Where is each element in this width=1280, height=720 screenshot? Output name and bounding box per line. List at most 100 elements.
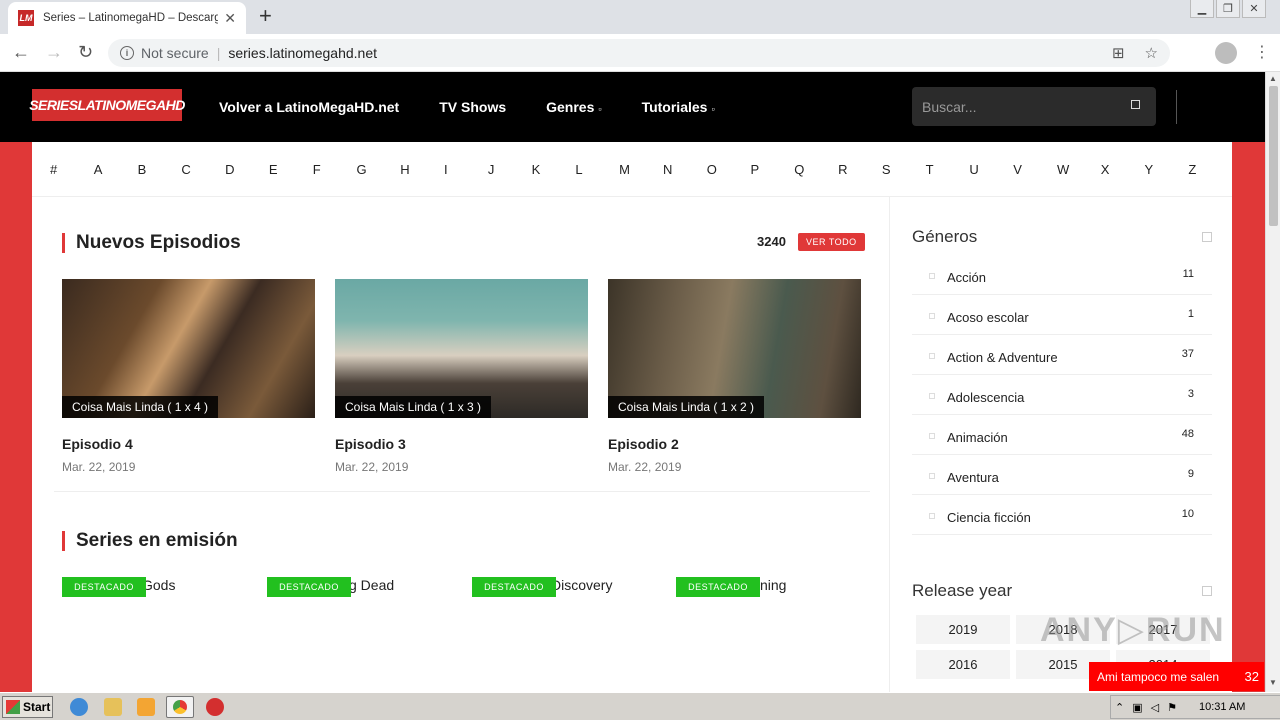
- alphabet-letter[interactable]: R: [838, 162, 882, 177]
- chrome-taskbar-button[interactable]: [166, 696, 194, 718]
- search-icon[interactable]: [1131, 100, 1140, 109]
- alphabet-letter[interactable]: A: [94, 162, 138, 177]
- episode-title[interactable]: Episodio 3: [335, 436, 588, 452]
- alphabet-letter[interactable]: G: [356, 162, 400, 177]
- bookmark-star-icon[interactable]: ☆: [1145, 44, 1158, 62]
- alphabet-letter[interactable]: J: [488, 162, 532, 177]
- nav-genres[interactable]: Genres ▫: [546, 99, 601, 115]
- start-label: Start: [23, 700, 51, 714]
- collapse-icon[interactable]: [1202, 586, 1212, 596]
- episode-thumbnail[interactable]: Coisa Mais Linda ( 1 x 4 ): [62, 279, 315, 418]
- tray-arrow-icon[interactable]: ⌃: [1115, 701, 1124, 714]
- scroll-thumb[interactable]: [1269, 86, 1278, 226]
- alphabet-letter[interactable]: F: [313, 162, 357, 177]
- alphabet-letter[interactable]: C: [181, 162, 225, 177]
- airing-series-item[interactable]: ning DESTACADO: [676, 577, 876, 597]
- network-icon[interactable]: ▣: [1132, 701, 1142, 714]
- flag-icon[interactable]: ⚑: [1167, 701, 1177, 714]
- collapse-icon[interactable]: [1202, 232, 1212, 242]
- menu-kebab-icon[interactable]: ⋮: [1254, 42, 1270, 62]
- alphabet-letter[interactable]: N: [663, 162, 707, 177]
- stop-icon[interactable]: [206, 698, 224, 716]
- episodes-count: 3240: [757, 234, 786, 249]
- airing-series-item[interactable]: g Dead DESTACADO: [267, 577, 467, 597]
- explorer-folder-icon[interactable]: [104, 698, 122, 716]
- start-button[interactable]: Start: [2, 696, 53, 718]
- airing-series-name[interactable]: Discovery: [551, 577, 612, 593]
- restore-icon[interactable]: ❐: [1216, 0, 1240, 18]
- tab-close-icon[interactable]: ✕: [224, 10, 236, 27]
- alphabet-letter[interactable]: I: [444, 162, 488, 177]
- episode-title[interactable]: Episodio 2: [608, 436, 861, 452]
- alphabet-letter[interactable]: #: [50, 162, 94, 177]
- scroll-down-icon[interactable]: ▼: [1269, 678, 1277, 687]
- nav-tutoriales[interactable]: Tutoriales ▫: [642, 99, 715, 115]
- site-logo[interactable]: SERIESLATINOMEGAHD: [29, 89, 185, 121]
- alphabet-letter[interactable]: O: [707, 162, 751, 177]
- alphabet-letter[interactable]: P: [751, 162, 795, 177]
- genre-item[interactable]: Action & Adventure 37: [912, 335, 1212, 375]
- ie-icon[interactable]: [70, 698, 88, 716]
- genre-item[interactable]: Ciencia ficción 10: [912, 495, 1212, 535]
- genre-item[interactable]: Animación 48: [912, 415, 1212, 455]
- alphabet-letter[interactable]: B: [138, 162, 182, 177]
- media-player-icon[interactable]: [137, 698, 155, 716]
- site-favicon-icon: LM: [18, 10, 34, 26]
- year-button[interactable]: 2019: [916, 615, 1010, 644]
- episode-card[interactable]: Coisa Mais Linda ( 1 x 4 ) Episodio 4 Ma…: [62, 279, 315, 474]
- translate-icon[interactable]: ⊞: [1112, 44, 1125, 62]
- alphabet-letter[interactable]: S: [882, 162, 926, 177]
- alphabet-letter[interactable]: T: [926, 162, 970, 177]
- alphabet-letter[interactable]: W: [1057, 162, 1101, 177]
- airing-series-item[interactable]: Gods DESTACADO: [62, 577, 262, 597]
- alphabet-letter[interactable]: H: [400, 162, 444, 177]
- forward-icon[interactable]: →: [45, 42, 63, 63]
- volume-icon[interactable]: ◁: [1151, 701, 1159, 714]
- header-divider: [1176, 90, 1177, 124]
- alphabet-letter[interactable]: Q: [794, 162, 838, 177]
- notification-toast[interactable]: Ami tampoco me salen 32: [1089, 662, 1264, 691]
- episode-thumbnail[interactable]: Coisa Mais Linda ( 1 x 2 ): [608, 279, 861, 418]
- episode-card[interactable]: Coisa Mais Linda ( 1 x 2 ) Episodio 2 Ma…: [608, 279, 861, 474]
- alphabet-letter[interactable]: E: [269, 162, 313, 177]
- info-icon[interactable]: i: [120, 46, 134, 60]
- scroll-up-icon[interactable]: ▲: [1269, 74, 1277, 83]
- genre-item[interactable]: Aventura 9: [912, 455, 1212, 495]
- genre-name: Aventura: [947, 470, 999, 485]
- episode-thumbnail[interactable]: Coisa Mais Linda ( 1 x 3 ): [335, 279, 588, 418]
- alphabet-letter[interactable]: K: [532, 162, 576, 177]
- episode-title[interactable]: Episodio 4: [62, 436, 315, 452]
- close-window-icon[interactable]: ✕: [1242, 0, 1266, 18]
- genre-item[interactable]: Adolescencia 3: [912, 375, 1212, 415]
- search-input[interactable]: [922, 98, 1122, 115]
- airing-series-item[interactable]: Discovery DESTACADO: [472, 577, 672, 597]
- genre-item[interactable]: Acción 11: [912, 255, 1212, 295]
- page-scrollbar[interactable]: ▲ ▼: [1265, 72, 1280, 692]
- view-all-button[interactable]: VER TODO: [798, 233, 865, 251]
- airing-series-name[interactable]: g Dead: [349, 577, 394, 593]
- address-bar[interactable]: i Not secure | series.latinomegahd.net ⊞…: [108, 39, 1170, 67]
- year-button[interactable]: 2016: [916, 650, 1010, 679]
- alphabet-letter[interactable]: U: [969, 162, 1013, 177]
- airing-series-name[interactable]: Gods: [142, 577, 175, 593]
- back-icon[interactable]: ←: [12, 42, 30, 63]
- genre-bullet-icon: [929, 353, 935, 359]
- profile-avatar-icon[interactable]: [1215, 42, 1237, 64]
- alphabet-letter[interactable]: L: [575, 162, 619, 177]
- browser-tab[interactable]: LM Series – LatinomegaHD – Descarga s ✕: [8, 2, 246, 34]
- alphabet-letter[interactable]: Y: [1145, 162, 1189, 177]
- nav-tv-shows[interactable]: TV Shows: [439, 99, 506, 115]
- episode-card[interactable]: Coisa Mais Linda ( 1 x 3 ) Episodio 3 Ma…: [335, 279, 588, 474]
- reload-icon[interactable]: ↻: [78, 42, 93, 63]
- minimize-icon[interactable]: ▁: [1190, 0, 1214, 18]
- airing-series-name[interactable]: ning: [760, 577, 786, 593]
- genre-name: Adolescencia: [947, 390, 1025, 405]
- nav-latinomega[interactable]: Volver a LatinoMegaHD.net: [219, 99, 399, 115]
- alphabet-letter[interactable]: D: [225, 162, 269, 177]
- new-tab-icon[interactable]: +: [259, 5, 272, 27]
- alphabet-letter[interactable]: M: [619, 162, 663, 177]
- alphabet-letter[interactable]: Z: [1188, 162, 1232, 177]
- genre-item[interactable]: Acoso escolar 1: [912, 295, 1212, 335]
- alphabet-letter[interactable]: V: [1013, 162, 1057, 177]
- alphabet-letter[interactable]: X: [1101, 162, 1145, 177]
